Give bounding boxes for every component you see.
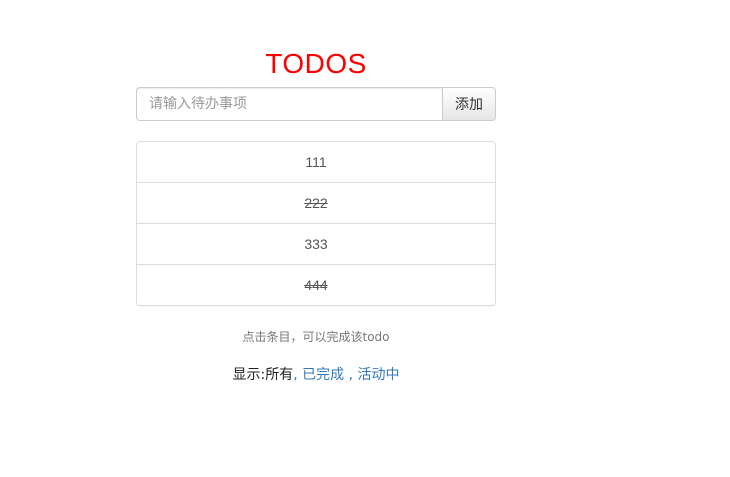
todo-input-group: 添加	[136, 87, 496, 121]
filter-active-link[interactable]: 活动中	[357, 367, 399, 383]
filter-separator: ,	[348, 367, 354, 383]
todo-item[interactable]: 111	[137, 142, 495, 183]
todo-list: 111 222 333 444	[136, 141, 496, 306]
todo-input[interactable]	[136, 87, 442, 121]
todo-item[interactable]: 444	[137, 265, 495, 305]
filter-bar: 显示:所有, 已完成 , 活动中	[136, 364, 496, 384]
filter-completed-link[interactable]: 已完成	[302, 367, 344, 383]
filter-prefix: 显示:	[232, 367, 266, 383]
page-title: TODOS	[265, 48, 367, 79]
todo-item[interactable]: 333	[137, 224, 495, 265]
todo-item[interactable]: 222	[137, 183, 495, 224]
hint-text: 点击条目，可以完成该todo	[242, 330, 390, 344]
filter-separator: ,	[293, 367, 298, 383]
add-button[interactable]: 添加	[442, 87, 496, 121]
todo-app: TODOS 添加 111 222 333 444 点击条目，可以完成该todo …	[136, 40, 496, 384]
filter-all[interactable]: 所有	[265, 367, 293, 383]
